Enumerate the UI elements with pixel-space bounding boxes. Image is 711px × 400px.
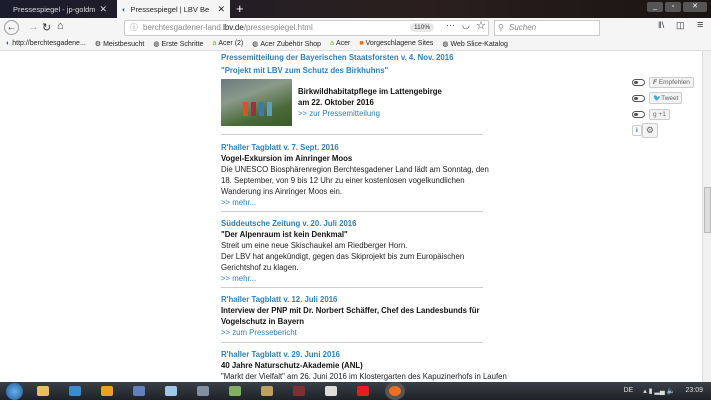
- search-icon: ⚲: [498, 23, 504, 32]
- article-title: "Der Alpenraum ist kein Denkmal": [221, 230, 348, 239]
- home-button[interactable]: ⌂: [57, 20, 64, 32]
- tab-label: Pressespiegel | LBV Berchtesgad: [130, 4, 209, 14]
- close-icon[interactable]: ✕: [217, 4, 225, 15]
- start-button[interactable]: [6, 382, 23, 400]
- system-tray: DE ▴ ▮ ▂▄ 🔈 23:09: [623, 387, 703, 395]
- url-bar[interactable]: ⓘ berchtesgadener-land.lbv.de/pressespieg…: [124, 20, 489, 36]
- twitter-button[interactable]: 🐦Tweet: [649, 92, 683, 104]
- ie-icon[interactable]: [69, 386, 81, 396]
- article-link[interactable]: >> zum Pressebericht: [221, 327, 489, 338]
- bookmark-lbv[interactable]: ◐ http://berchtesgadene...: [6, 40, 86, 47]
- lbv-favicon-icon: ◐: [122, 4, 127, 14]
- search-input[interactable]: ⚲ Suchen: [494, 20, 600, 36]
- bookmark-acer-zubehoer[interactable]: ◍ Acer Zubehör Shop: [252, 40, 321, 48]
- clock[interactable]: 23:09: [685, 387, 703, 395]
- article: R'haller Tagblatt v. 7. Sept. 2016 Vogel…: [221, 142, 489, 208]
- article-text: "Markt der Vielfalt" am 26. Juni 2016 im…: [221, 372, 507, 381]
- article-photo: [221, 79, 292, 126]
- explorer-icon[interactable]: [37, 386, 49, 396]
- sidebar-icon[interactable]: ◫: [676, 20, 685, 31]
- scrollbar[interactable]: [702, 51, 711, 382]
- gear-icon[interactable]: ⚙: [641, 122, 658, 138]
- bookmark-acer[interactable]: a Acer: [330, 40, 350, 47]
- divider: [221, 211, 483, 212]
- app-icon[interactable]: [197, 386, 209, 396]
- press-list: Pressemitteilung der Bayerischen Staatsf…: [221, 51, 507, 382]
- tab-lbv[interactable]: ◐Pressespiegel | LBV Berchtesgad ✕: [117, 0, 230, 18]
- social-share: F Empfehlen 🐦Tweet g +1 i ⚙: [632, 74, 694, 138]
- gplus-button[interactable]: g +1: [649, 108, 670, 120]
- restore-button[interactable]: ▫: [665, 2, 681, 12]
- library-icon[interactable]: ‖\: [658, 20, 664, 30]
- taskbar: DE ▴ ▮ ▂▄ 🔈 23:09: [0, 382, 711, 400]
- reload-button[interactable]: ↻: [42, 21, 51, 34]
- tab-bar: Pressespiegel - jp-goldmanns W✕ ◐Presses…: [0, 0, 711, 18]
- article-subtitle: "Projekt mit LBV zum Schutz des Birkhuhn…: [221, 66, 389, 75]
- bookmark-web-slice[interactable]: ◍ Web Slice-Katalog: [442, 40, 508, 48]
- twitter-toggle[interactable]: [632, 94, 645, 102]
- media-icon[interactable]: [101, 386, 113, 396]
- url-domain: lbv.de: [223, 23, 244, 32]
- menu-icon[interactable]: ≡: [697, 19, 703, 31]
- article-source: Pressemitteilung der Bayerischen Staatsf…: [221, 53, 454, 62]
- page-actions-icon[interactable]: ···: [446, 20, 455, 30]
- article: R'haller Tagblatt v. 29. Juni 2016 40 Ja…: [221, 349, 507, 382]
- article-text: Der LBV hat angekündigt, gegen das Skipr…: [221, 252, 465, 272]
- article-title: 40 Jahre Naturschutz-Akademie (ANL): [221, 361, 363, 370]
- tab-label: Pressespiegel - jp-goldmanns W: [13, 4, 96, 14]
- article-source: R'haller Tagblatt v. 7. Sept. 2016: [221, 143, 339, 152]
- article-source: R'haller Tagblatt v. 29. Juni 2016: [221, 350, 340, 359]
- language-indicator[interactable]: DE: [623, 387, 633, 395]
- info-icon[interactable]: i: [632, 124, 642, 136]
- app-icon[interactable]: [325, 386, 337, 396]
- article: Süddeutsche Zeitung v. 20. Juli 2016 "De…: [221, 218, 489, 284]
- youtube-icon[interactable]: [357, 386, 369, 396]
- article-link[interactable]: >> mehr...: [221, 197, 489, 208]
- divider: [221, 287, 483, 288]
- article-source: Süddeutsche Zeitung v. 20. Juli 2016: [221, 219, 357, 228]
- article-link[interactable]: >> mehr...: [221, 273, 489, 284]
- app-icon[interactable]: [133, 386, 145, 396]
- info-icon: ⓘ: [130, 23, 138, 32]
- url-prefix: berchtesgadener-land.: [143, 23, 224, 32]
- article: Pressemitteilung der Bayerischen Staatsf…: [221, 52, 489, 126]
- firefox-icon[interactable]: [389, 386, 401, 396]
- scrollbar-thumb[interactable]: [704, 187, 711, 233]
- url-path: /pressespiegel.html: [243, 23, 313, 32]
- bookmark-acer-2[interactable]: a Acer (2): [212, 40, 243, 47]
- back-button[interactable]: ←: [4, 20, 19, 35]
- close-icon[interactable]: ✕: [99, 4, 107, 15]
- facebook-toggle[interactable]: [632, 78, 645, 86]
- article-source: R'haller Tagblatt v. 12. Juli 2016: [221, 295, 338, 304]
- article-title: Vogel-Exkursion im Ainringer Moos: [221, 154, 353, 163]
- article-text: Streit um eine neue Skischaukel am Riedb…: [221, 241, 408, 250]
- page-content: Pressemitteilung der Bayerischen Staatsf…: [0, 51, 702, 382]
- app-icon[interactable]: [261, 386, 273, 396]
- new-tab-button[interactable]: +: [236, 1, 244, 16]
- tab-jp-goldmann[interactable]: Pressespiegel - jp-goldmanns W✕: [8, 0, 112, 18]
- tray-icons[interactable]: ▴ ▮ ▂▄ 🔈: [643, 387, 675, 395]
- article: R'haller Tagblatt v. 12. Juli 2016 Inter…: [221, 294, 489, 338]
- bookmark-erste-schritte[interactable]: ◍ Erste Schritte: [153, 40, 203, 48]
- facebook-button[interactable]: F Empfehlen: [649, 76, 694, 88]
- notepad-icon[interactable]: [165, 386, 177, 396]
- close-window-button[interactable]: ✕: [683, 2, 707, 12]
- app-icon[interactable]: [229, 386, 241, 396]
- article-title: Interview der PNP mit Dr. Norbert Schäff…: [221, 306, 480, 326]
- bookmark-meistbesucht[interactable]: ⚙ Meistbesucht: [95, 40, 145, 48]
- pocket-icon[interactable]: ◡: [462, 20, 470, 31]
- app-icon[interactable]: [293, 386, 305, 396]
- search-placeholder: Suchen: [509, 23, 537, 32]
- minimize-button[interactable]: _: [647, 2, 663, 12]
- bookmark-vorgeschlagene-sites[interactable]: ■ Vorgeschlagene Sites: [359, 40, 433, 47]
- zoom-level[interactable]: 110%: [410, 23, 435, 32]
- divider: [221, 342, 483, 343]
- bookmark-star-icon[interactable]: ☆: [476, 19, 486, 32]
- forward-button[interactable]: →: [28, 21, 39, 33]
- article-text: Die UNESCO Biosphärenregion Berchtesgade…: [221, 165, 489, 196]
- gplus-toggle[interactable]: [632, 110, 645, 118]
- divider: [221, 134, 483, 135]
- bookmarks-toolbar: ◐ http://berchtesgadene... ⚙ Meistbesucht …: [0, 37, 711, 51]
